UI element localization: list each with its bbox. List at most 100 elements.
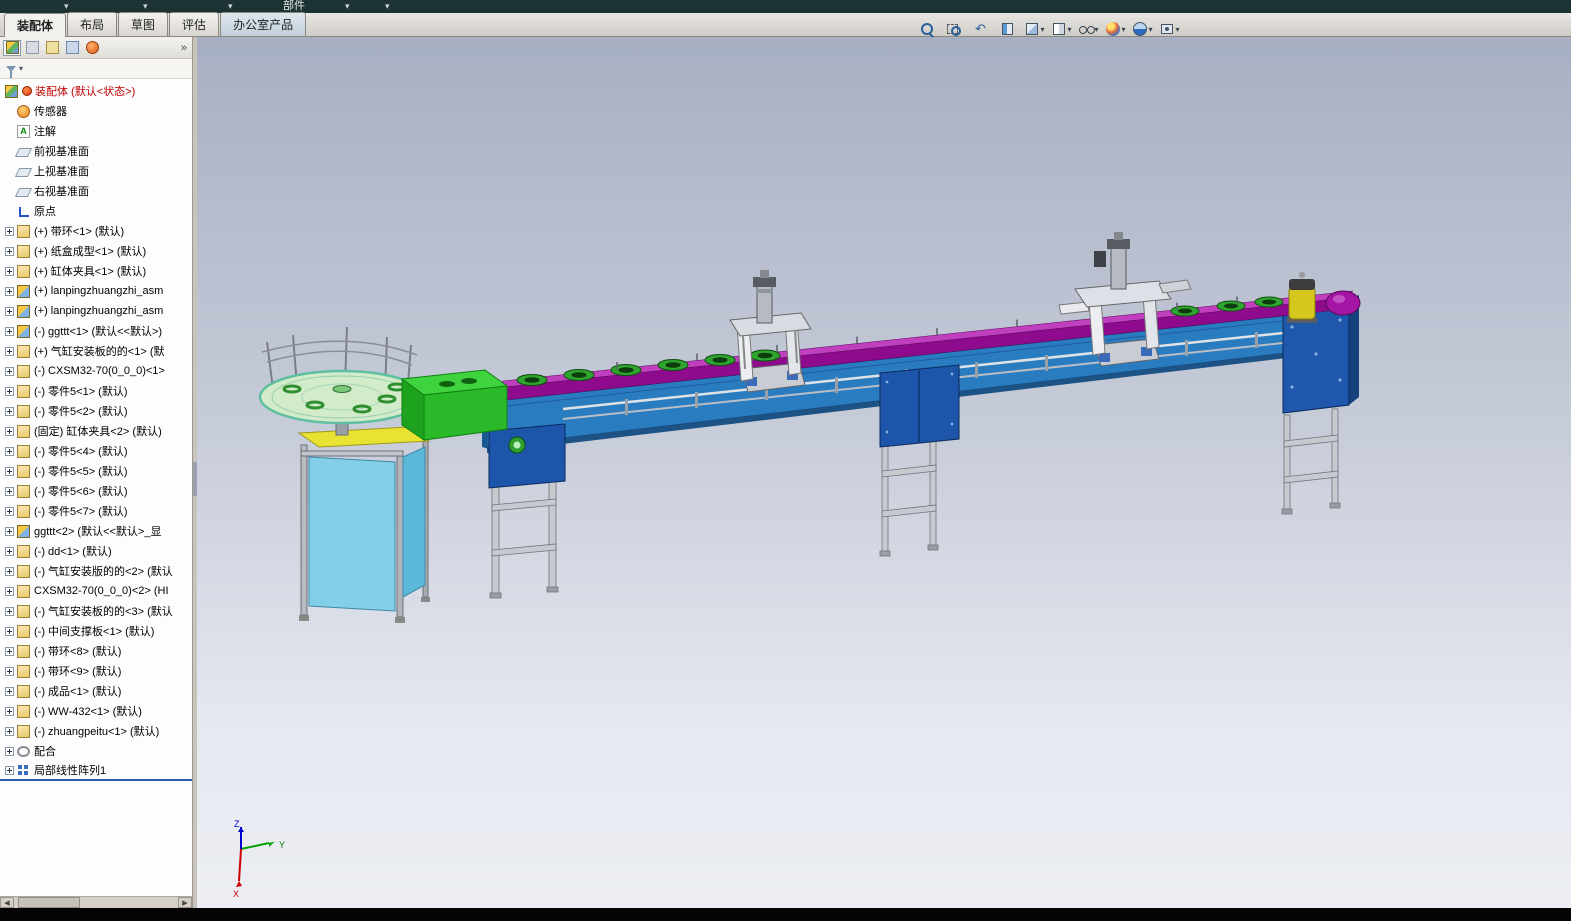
expand-toggle[interactable]	[5, 446, 14, 456]
infeed-chute[interactable]	[400, 369, 509, 441]
configurationmanager-tab-icon[interactable]	[43, 40, 61, 56]
tree-horizontal-scrollbar[interactable]: ◀ ▶	[0, 896, 192, 908]
tree-item[interactable]: 原点	[0, 201, 192, 221]
scroll-track[interactable]	[14, 897, 178, 908]
expand-toggle[interactable]	[5, 686, 14, 696]
dropdown-arrow-icon[interactable]: ▾	[1121, 25, 1125, 34]
tree-item[interactable]: (+) lanpingzhuangzhi_asm	[0, 301, 192, 321]
tree-item[interactable]: (-) 零件5<5> (默认)	[0, 461, 192, 481]
graphics-viewport[interactable]: Y X Z	[197, 37, 1571, 908]
propertymanager-tab-icon[interactable]	[23, 40, 41, 56]
tree-item[interactable]: 前视基准面	[0, 141, 192, 161]
tree-item[interactable]: (+) 缸体夹具<1> (默认)	[0, 261, 192, 281]
tab-sketch[interactable]: 草图	[118, 12, 169, 36]
expand-toggle[interactable]	[5, 426, 14, 436]
view-orientation-icon[interactable]: ▾	[1023, 19, 1047, 39]
display-style-icon[interactable]: ▾	[1050, 19, 1074, 39]
expand-toggle[interactable]	[5, 266, 14, 276]
tree-item[interactable]: 配合	[0, 741, 192, 761]
drive-unit-left[interactable]	[488, 423, 566, 489]
expand-toggle[interactable]	[5, 286, 14, 296]
expand-toggle[interactable]	[5, 326, 14, 336]
zoom-to-area-icon[interactable]	[942, 19, 966, 39]
displaymanager-tab-icon[interactable]	[83, 40, 101, 56]
expand-toggle[interactable]	[5, 526, 14, 536]
expand-toggle[interactable]	[5, 566, 14, 576]
expand-toggle[interactable]	[5, 246, 14, 256]
expand-toggle[interactable]	[5, 706, 14, 716]
hide-show-items-icon[interactable]: ▾	[1077, 19, 1101, 39]
expand-toggle[interactable]	[5, 726, 14, 736]
tree-item[interactable]: (-) 成品<1> (默认)	[0, 681, 192, 701]
apply-scene-icon[interactable]: ▾	[1131, 19, 1155, 39]
previous-view-icon[interactable]	[969, 19, 993, 39]
tree-item[interactable]: (-) 零件5<2> (默认)	[0, 401, 192, 421]
edit-appearance-icon[interactable]: ▾	[1104, 19, 1128, 39]
tree-item[interactable]: 上视基准面	[0, 161, 192, 181]
menu-dropdown-arrow-icon[interactable]: ▾	[385, 0, 390, 13]
expand-toggle[interactable]	[5, 486, 14, 496]
section-view-icon[interactable]	[996, 19, 1020, 39]
tree-item[interactable]: 注解	[0, 121, 192, 141]
tree-item[interactable]: (+) 气缸安装板的的<1> (默	[0, 341, 192, 361]
tab-layout[interactable]: 布局	[67, 12, 118, 36]
tree-item[interactable]: (+) lanpingzhuangzhi_asm	[0, 281, 192, 301]
filter-funnel-icon[interactable]	[6, 65, 16, 78]
tree-item[interactable]: (-) 中间支撑板<1> (默认)	[0, 621, 192, 641]
tab-office-products[interactable]: 办公室产品	[220, 12, 307, 36]
zoom-to-fit-icon[interactable]	[915, 19, 939, 39]
tree-item[interactable]: 右视基准面	[0, 181, 192, 201]
panel-overflow-chevron[interactable]: »	[181, 42, 189, 54]
end-motor[interactable]	[1287, 272, 1317, 323]
tree-item[interactable]: (-) ggttt<1> (默认<<默认>)	[0, 321, 192, 341]
tree-item[interactable]: (-) 零件5<1> (默认)	[0, 381, 192, 401]
expand-toggle[interactable]	[5, 586, 14, 596]
tree-item[interactable]: 局部线性阵列1	[0, 761, 192, 781]
tree-item[interactable]: (-) 零件5<7> (默认)	[0, 501, 192, 521]
tree-item[interactable]: (-) CXSM32-70(0_0_0)<1>	[0, 361, 192, 381]
tree-item[interactable]: CXSM32-70(0_0_0)<2> (HI	[0, 581, 192, 601]
expand-toggle[interactable]	[5, 626, 14, 636]
expand-toggle[interactable]	[5, 666, 14, 676]
expand-toggle[interactable]	[5, 346, 14, 356]
expand-toggle[interactable]	[5, 306, 14, 316]
expand-toggle[interactable]	[5, 546, 14, 556]
expand-toggle[interactable]	[5, 386, 14, 396]
dropdown-arrow-icon[interactable]: ▾	[1094, 25, 1098, 34]
drive-unit-middle[interactable]	[879, 364, 960, 448]
tree-item[interactable]: (+) 带环<1> (默认)	[0, 221, 192, 241]
scroll-thumb[interactable]	[18, 897, 80, 908]
dimxpertmanager-tab-icon[interactable]	[63, 40, 81, 56]
tree-item[interactable]: (-) 零件5<4> (默认)	[0, 441, 192, 461]
expand-toggle[interactable]	[5, 746, 14, 756]
tree-item[interactable]: (-) 零件5<6> (默认)	[0, 481, 192, 501]
tree-item[interactable]: (-) 带环<8> (默认)	[0, 641, 192, 661]
scroll-right-button[interactable]: ▶	[178, 897, 192, 908]
tab-evaluate[interactable]: 评估	[169, 12, 220, 36]
tree-item[interactable]: ggttt<2> (默认<<默认>_显	[0, 521, 192, 541]
expand-toggle[interactable]	[5, 366, 14, 376]
expand-toggle[interactable]	[5, 406, 14, 416]
tree-item[interactable]: (-) zhuangpeitu<1> (默认)	[0, 721, 192, 741]
view-settings-icon[interactable]: ▾	[1158, 19, 1182, 39]
tree-item[interactable]: (-) dd<1> (默认)	[0, 541, 192, 561]
featuremanager-tab-icon[interactable]	[3, 39, 21, 56]
tree-item[interactable]: (-) 气缸安装板的的<3> (默认	[0, 601, 192, 621]
tab-assembly[interactable]: 装配体	[4, 13, 67, 37]
tree-item[interactable]: (-) 带环<9> (默认)	[0, 661, 192, 681]
expand-toggle[interactable]	[5, 466, 14, 476]
dropdown-arrow-icon[interactable]: ▾	[1067, 25, 1071, 34]
tree-item[interactable]: (-) 气缸安装版的的<2> (默认	[0, 561, 192, 581]
expand-toggle[interactable]	[5, 506, 14, 516]
expand-toggle[interactable]	[5, 226, 14, 236]
expand-toggle[interactable]	[5, 646, 14, 656]
dropdown-arrow-icon[interactable]: ▾	[1040, 25, 1044, 34]
tree-item[interactable]: 传感器	[0, 101, 192, 121]
tree-item[interactable]: (+) 纸盒成型<1> (默认)	[0, 241, 192, 261]
expand-toggle[interactable]	[5, 606, 14, 616]
tree-item[interactable]: (固定) 缸体夹具<2> (默认)	[0, 421, 192, 441]
dropdown-arrow-icon[interactable]: ▾	[1175, 25, 1179, 34]
tree-item[interactable]: (-) WW-432<1> (默认)	[0, 701, 192, 721]
dropdown-arrow-icon[interactable]: ▾	[1148, 25, 1152, 34]
filter-dropdown-arrow-icon[interactable]: ▾	[19, 64, 23, 73]
